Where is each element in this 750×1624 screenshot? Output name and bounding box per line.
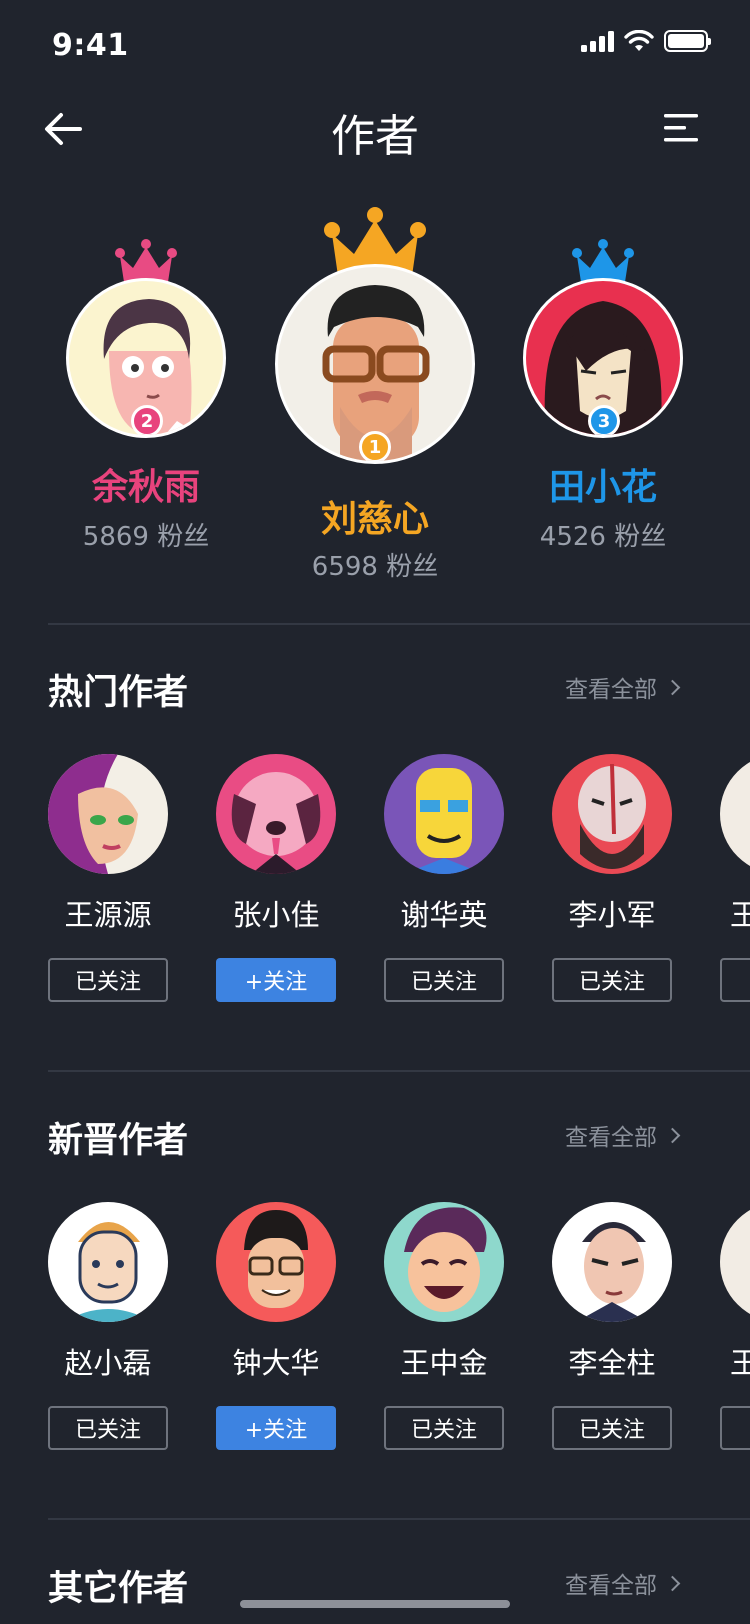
podium-third-name: 田小花 xyxy=(548,467,657,508)
author-name: 谢华英 xyxy=(400,898,488,932)
avatar xyxy=(216,1202,336,1322)
see-all-label: 查看全部 xyxy=(565,1125,657,1151)
see-all-new-link[interactable]: 查看全部 xyxy=(565,1118,681,1152)
avatar-second: 2 xyxy=(66,278,226,438)
author-card[interactable]: 王中金 已关注 xyxy=(384,1202,504,1450)
author-name: 王 xyxy=(730,1346,750,1380)
author-card[interactable]: 王 已 xyxy=(720,754,750,1002)
podium-first-name: 刘慈心 xyxy=(320,499,429,540)
battery-icon xyxy=(664,30,711,52)
home-indicator[interactable] xyxy=(240,1600,510,1608)
followed-button[interactable]: 已关注 xyxy=(384,958,504,1002)
rank-badge-1: 1 xyxy=(359,431,391,461)
section-title-hot: 热门作者 xyxy=(48,673,189,713)
author-name: 王源源 xyxy=(64,898,152,932)
author-card[interactable]: 谢华英 已关注 xyxy=(384,754,504,1002)
avatar xyxy=(552,754,672,874)
author-card[interactable]: 张小佳 +关注 xyxy=(216,754,336,1002)
followed-button[interactable]: 已关注 xyxy=(552,1406,672,1450)
divider xyxy=(48,1070,750,1072)
section-title-other: 其它作者 xyxy=(48,1569,189,1609)
avatar xyxy=(216,754,336,874)
divider xyxy=(48,623,750,625)
cellular-signal-icon xyxy=(581,30,614,52)
followed-button[interactable]: 已关注 xyxy=(48,958,168,1002)
divider xyxy=(48,1518,750,1520)
avatar-third: 3 xyxy=(523,278,683,438)
wifi-icon xyxy=(624,30,654,51)
podium-second-name: 余秋雨 xyxy=(91,467,200,508)
follow-button[interactable]: +关注 xyxy=(216,958,336,1002)
section-title-new: 新晋作者 xyxy=(48,1121,189,1161)
podium-second-fans: 5869 粉丝 xyxy=(82,522,210,552)
podium-second[interactable]: 2 余秋雨 5869 粉丝 xyxy=(66,238,226,553)
podium-first-fans: 6598 粉丝 xyxy=(311,552,439,582)
avatar xyxy=(720,754,750,874)
avatar xyxy=(552,1202,672,1322)
rank-badge-2: 2 xyxy=(131,405,163,435)
author-name: 王 xyxy=(730,898,750,932)
avatar xyxy=(48,1202,168,1322)
author-name: 张小佳 xyxy=(232,898,320,932)
followed-button[interactable]: 已关注 xyxy=(48,1406,168,1450)
author-name: 李小军 xyxy=(568,898,656,932)
author-card[interactable]: 钟大华 +关注 xyxy=(216,1202,336,1450)
podium-third-fans: 4526 粉丝 xyxy=(539,522,667,552)
chevron-right-icon xyxy=(664,679,681,695)
author-name: 王中金 xyxy=(400,1346,488,1380)
see-all-label: 查看全部 xyxy=(565,1573,657,1599)
see-all-other-link[interactable]: 查看全部 xyxy=(565,1566,681,1600)
podium-third[interactable]: 3 田小花 4526 粉丝 xyxy=(523,238,683,553)
author-card[interactable]: 王 已 xyxy=(720,1202,750,1450)
menu-icon[interactable] xyxy=(664,112,700,144)
avatar xyxy=(384,754,504,874)
chevron-right-icon xyxy=(664,1575,681,1591)
page-title: 作者 xyxy=(331,111,419,162)
rank-badge-3: 3 xyxy=(588,405,620,435)
followed-button[interactable]: 已关注 xyxy=(552,958,672,1002)
author-card[interactable]: 王源源 已关注 xyxy=(48,754,168,1002)
podium-first[interactable]: 1 刘慈心 6598 粉丝 xyxy=(275,206,475,583)
avatar xyxy=(720,1202,750,1322)
author-name: 李全柱 xyxy=(568,1346,656,1380)
followed-button[interactable]: 已关注 xyxy=(384,1406,504,1450)
follow-button[interactable]: +关注 xyxy=(216,1406,336,1450)
avatar-first: 1 xyxy=(275,264,475,464)
author-card[interactable]: 赵小磊 已关注 xyxy=(48,1202,168,1450)
author-card[interactable]: 李小军 已关注 xyxy=(552,754,672,1002)
avatar xyxy=(48,754,168,874)
chevron-right-icon xyxy=(664,1127,681,1143)
followed-button[interactable]: 已 xyxy=(720,1406,750,1450)
status-icons xyxy=(581,30,711,52)
status-time: 9:41 xyxy=(52,28,129,63)
author-name: 赵小磊 xyxy=(64,1346,152,1380)
author-card[interactable]: 李全柱 已关注 xyxy=(552,1202,672,1450)
author-name: 钟大华 xyxy=(232,1346,320,1380)
followed-button[interactable]: 已 xyxy=(720,958,750,1002)
see-all-label: 查看全部 xyxy=(565,677,657,703)
avatar xyxy=(384,1202,504,1322)
see-all-hot-link[interactable]: 查看全部 xyxy=(565,670,681,704)
